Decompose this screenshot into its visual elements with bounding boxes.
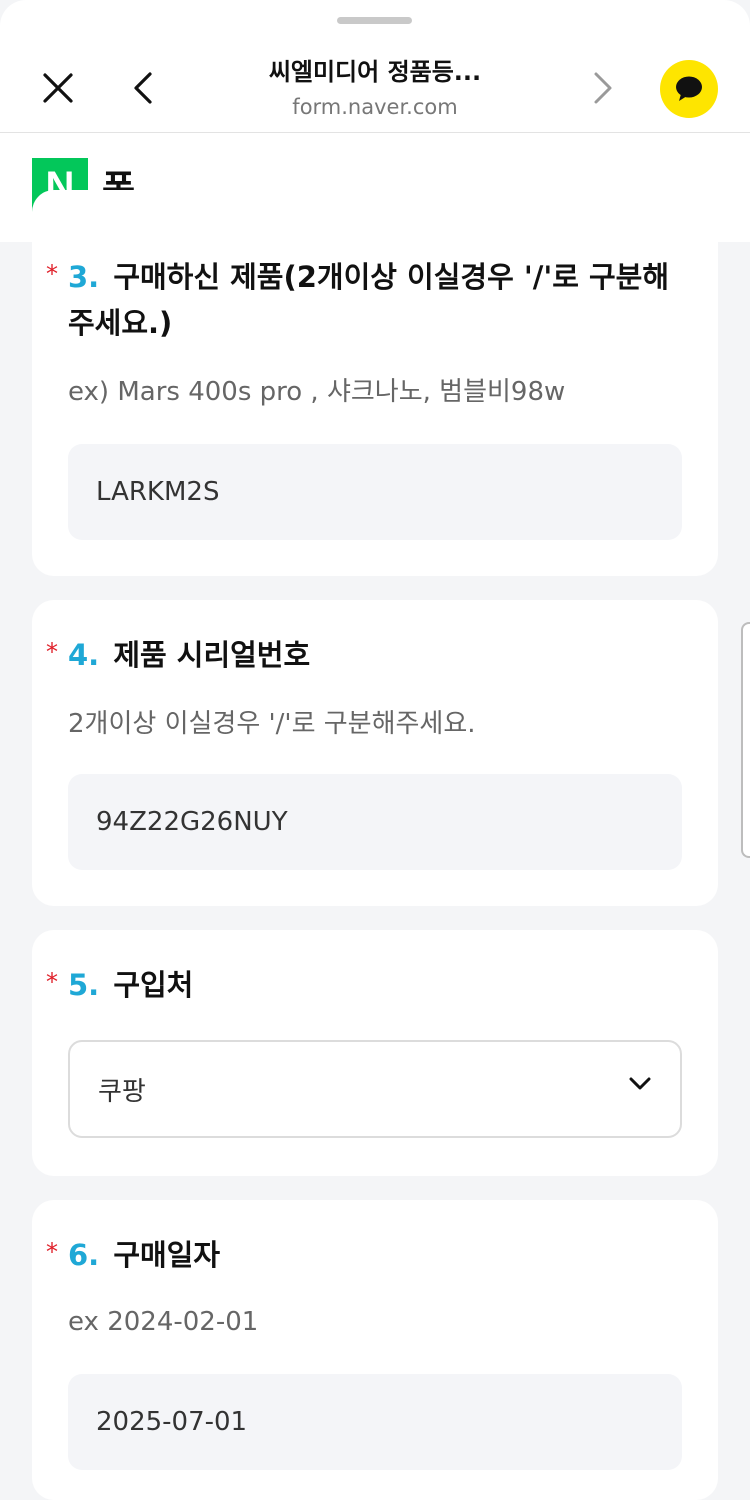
close-button[interactable] [28, 66, 88, 110]
required-mark: * [46, 1238, 58, 1266]
question-card-4: * 4. 제품 시리얼번호 2개이상 이실경우 '/'로 구분해주세요. 94Z… [32, 600, 718, 906]
required-mark: * [46, 968, 58, 996]
serial-number-input[interactable]: 94Z22G26NUY [68, 774, 682, 870]
forward-button[interactable] [578, 66, 628, 110]
question-number: 3. [68, 260, 100, 294]
chevron-right-icon [594, 72, 612, 104]
back-button[interactable] [118, 66, 168, 110]
header-divider [0, 132, 750, 133]
question-card-6: * 6. 구매일자 ex 2024-02-01 2025-07-01 [32, 1200, 718, 1500]
question-description: 2개이상 이실경우 '/'로 구분해주세요. [68, 709, 476, 739]
question-card-3: * 3. 구매하신 제품(2개이상 이실경우 '/'로 구분해 주세요.) ex… [32, 190, 718, 576]
speech-bubble-icon [676, 76, 702, 101]
page-url: form.naver.com [292, 95, 458, 119]
selected-option: 쿠팡 [98, 1076, 146, 1107]
purchase-place-select[interactable]: 쿠팡 [68, 1040, 682, 1138]
required-mark: * [46, 638, 58, 666]
chevron-down-icon [629, 1077, 651, 1090]
page-title-block: 씨엘미디어 정품등... form.naver.com [200, 56, 550, 122]
chevron-left-icon [134, 72, 152, 104]
close-icon [43, 73, 73, 103]
question-description: ex 2024-02-01 [68, 1307, 259, 1337]
question-title: 6. 구매일자 [68, 1232, 220, 1278]
question-title-text: 구매일자 [113, 1238, 221, 1272]
question-number: 4. [68, 638, 100, 672]
required-mark: * [46, 260, 58, 288]
question-title-line2: 주세요.) [68, 306, 173, 340]
question-card-5: * 5. 구입처 쿠팡 [32, 930, 718, 1176]
side-scroll-handle[interactable] [741, 622, 750, 858]
purchase-date-input[interactable]: 2025-07-01 [68, 1374, 682, 1470]
question-title-line1: 구매하신 제품(2개이상 이실경우 '/'로 구분해 [113, 260, 670, 294]
question-number: 5. [68, 968, 100, 1002]
question-header: * 5. 구입처 [46, 962, 686, 1008]
question-number: 6. [68, 1238, 100, 1272]
question-header: * 4. 제품 시리얼번호 [46, 632, 686, 678]
question-title-text: 제품 시리얼번호 [113, 638, 311, 672]
question-title: 5. 구입처 [68, 962, 193, 1008]
question-description: ex) Mars 400s pro , 샤크나노, 범블비98w [68, 377, 566, 407]
question-title: 4. 제품 시리얼번호 [68, 632, 310, 678]
navigation-bar: 씨엘미디어 정품등... form.naver.com [0, 40, 750, 132]
page-title: 씨엘미디어 정품등... [268, 58, 482, 86]
drag-handle[interactable] [337, 17, 412, 24]
question-title-text: 구입처 [113, 968, 194, 1002]
question-header: * 3. 구매하신 제품(2개이상 이실경우 '/'로 구분해 주세요.) [46, 254, 686, 346]
kakaotalk-share-button[interactable] [660, 60, 718, 118]
product-input[interactable]: LARKM2S [68, 444, 682, 540]
question-header: * 6. 구매일자 [46, 1232, 686, 1278]
question-title: 3. 구매하신 제품(2개이상 이실경우 '/'로 구분해 주세요.) [68, 254, 669, 346]
